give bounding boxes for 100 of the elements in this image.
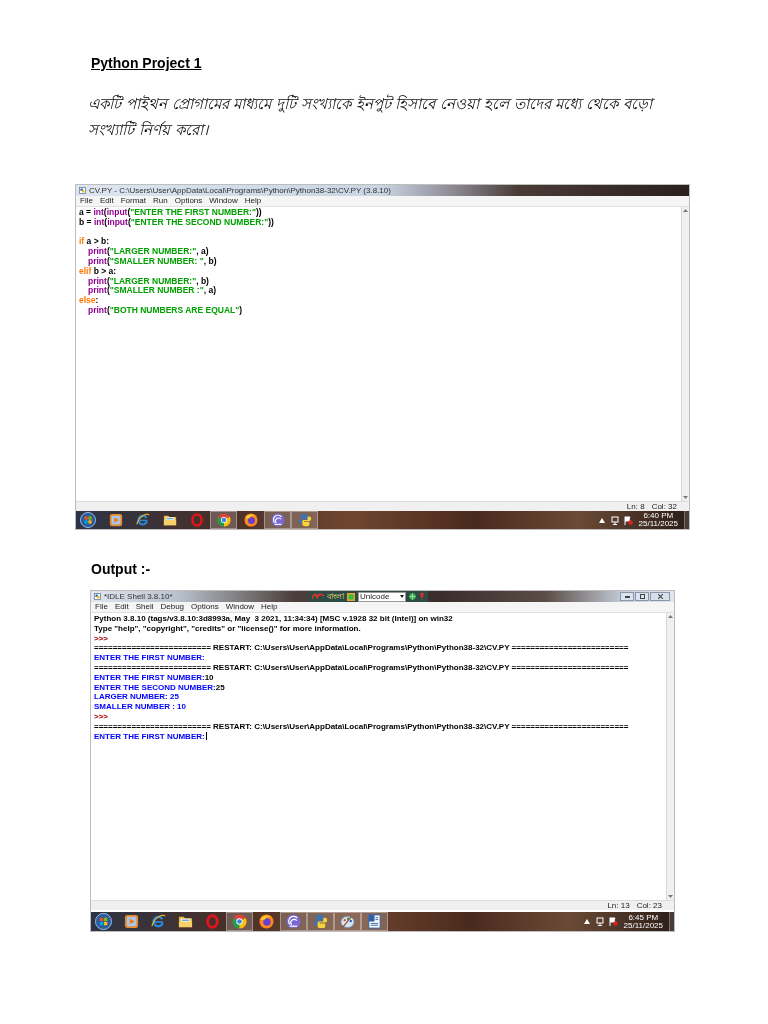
menu-item[interactable]: Shell <box>135 602 154 612</box>
output-label: Output :- <box>91 561 151 577</box>
code-line: if a > b: <box>79 237 109 247</box>
flag-alert-icon[interactable] <box>623 515 633 525</box>
taskbar-clock-time[interactable]: 6:40 PM <box>643 512 674 520</box>
pinwheel-circle-icon <box>216 513 231 527</box>
taskbar-clock-date[interactable]: 25/11/2025 <box>638 520 678 528</box>
globe-icon[interactable] <box>409 593 416 600</box>
snakes-logo-icon <box>297 513 312 527</box>
maximize-button[interactable] <box>635 592 649 601</box>
code-line: print("SMALLER NUMBER: ", b) <box>88 257 217 267</box>
start-button[interactable] <box>80 512 96 528</box>
shell-line: ========================= RESTART: C:\Users\User\AppData\Local\Programs\Python\Python38-32\CV.PY ========================= <box>94 721 629 732</box>
code-line: else: <box>79 296 99 306</box>
letter-e-globe-icon <box>151 914 166 929</box>
folder-icon <box>178 914 193 929</box>
menu-item[interactable]: Options <box>191 602 219 612</box>
taskbar-app-button[interactable] <box>210 511 237 529</box>
snakes-logo-icon <box>313 914 328 929</box>
close-icon <box>657 594 663 599</box>
shell-line: ========================= RESTART: C:\Users\User\AppData\Local\Programs\Python\Python38-32\CV.PY ========================= <box>94 663 629 673</box>
menu-item[interactable]: File <box>80 196 93 206</box>
taskbar-clock-time[interactable]: 6:45 PM <box>628 913 659 922</box>
scroll-down-icon[interactable] <box>668 895 673 898</box>
taskbar-clock-date[interactable]: 25/11/2025 <box>623 921 663 930</box>
code-line: elif b > a: <box>79 266 117 277</box>
status-line: Ln: 8 <box>626 502 645 511</box>
caret-up-icon[interactable] <box>598 517 605 523</box>
ime-mode-label[interactable]: বাংলা <box>327 591 344 602</box>
shell-line: ========================= RESTART: C:\Users\User\AppData\Local\Programs\Python\Python38-32\CV.PY ========================= <box>94 643 629 654</box>
fox-globe-icon <box>243 513 258 527</box>
monitor-icon[interactable] <box>595 917 605 926</box>
shell-line: >>> <box>94 633 108 644</box>
status-column: Col: 32 <box>651 502 677 511</box>
status-line: Ln: 13 <box>607 901 630 910</box>
play-tile-icon <box>108 513 123 527</box>
shell-line: ENTER THE SECOND NUMBER:25 <box>94 682 225 693</box>
file-icon <box>94 593 101 600</box>
ring-icon <box>189 513 204 527</box>
shell-line: ENTER THE FIRST NUMBER: <box>94 731 205 742</box>
ring-icon <box>205 914 220 929</box>
taskbar-app-button[interactable] <box>264 511 291 529</box>
shell-line: ENTER THE FIRST NUMBER:10 <box>94 672 214 683</box>
code-line: print("BOTH NUMBERS ARE EQUAL") <box>88 305 243 316</box>
page-heading: Python Project 1 <box>91 55 202 71</box>
maximize-icon <box>639 594 645 599</box>
swirl-disc-icon <box>286 914 301 929</box>
menu-item[interactable]: Edit <box>99 196 114 206</box>
close-button[interactable] <box>650 592 670 601</box>
code-line: print("SMALLER NUMBER :", a) <box>88 286 216 296</box>
pinwheel-circle-icon <box>232 914 247 929</box>
code-line: b = int(input("ENTER THE SECOND NUMBER:")) <box>79 217 274 228</box>
folder-icon <box>162 513 177 527</box>
document-icon <box>367 914 382 929</box>
menu-item[interactable]: File <box>95 602 108 612</box>
file-icon <box>79 187 86 194</box>
shell-line: Type "help", "copyright", "credits" or "license()" for more information. <box>94 623 361 634</box>
swirl-disc-icon <box>270 513 285 527</box>
caret-down-icon <box>400 595 404 598</box>
code-line: print("LARGER NUMBER:", a) <box>88 247 209 257</box>
minimize-button[interactable] <box>620 592 634 601</box>
menu-item[interactable]: Format <box>120 196 147 206</box>
window-title: CV.PY - C:\Users\User\AppData\Local\Programs\Python\Python38-32\CV.PY (3.8.10) <box>89 185 391 196</box>
scroll-up-icon[interactable] <box>668 615 673 618</box>
shell-line: ENTER THE FIRST NUMBER: <box>94 653 205 663</box>
scroll-down-icon[interactable] <box>683 496 688 499</box>
menu-item[interactable]: Window <box>209 196 238 206</box>
taskbar-app-button[interactable] <box>226 912 253 931</box>
shell-line: >>> <box>94 711 108 722</box>
minimize-icon <box>624 595 630 598</box>
letter-e-globe-icon <box>135 513 150 527</box>
square-indicator-icon[interactable] <box>347 592 355 601</box>
palette-icon <box>340 914 355 929</box>
menu-item[interactable]: Window <box>225 602 255 612</box>
menu-item[interactable]: Help <box>244 196 262 206</box>
menu-item[interactable]: Options <box>174 196 203 206</box>
question-text: একটি পাইথন প্রোগামের মাধ্যমে দুটি সংখ্যাকে ইনপুট হিসাবে নেওয়া হলে তাদের মধ্যে থেকে বড়ো সংখ্যাটি নির্ণয় করো। <box>88 91 688 143</box>
encoding-select[interactable]: Unicode <box>358 591 406 602</box>
code-line: a = int(input("ENTER THE FIRST NUMBER:")) <box>79 208 262 218</box>
monitor-icon[interactable] <box>610 515 620 525</box>
start-orb-icon <box>80 512 96 528</box>
shell-line: LARGER NUMBER: 25 <box>94 692 179 703</box>
flag-alert-icon[interactable] <box>608 917 618 926</box>
start-button[interactable] <box>95 913 112 930</box>
menu-item[interactable]: Edit <box>114 602 129 612</box>
scroll-up-icon[interactable] <box>683 209 688 212</box>
menu-item[interactable]: Help <box>261 602 278 612</box>
taskbar-app-button[interactable] <box>280 912 307 931</box>
window-title: *IDLE Shell 3.8.10* <box>104 591 173 602</box>
code-line: print("LARGER NUMBER:", b) <box>88 276 209 287</box>
taskbar-app-button[interactable] <box>361 912 388 931</box>
vertical-scrollbar[interactable] <box>666 613 674 900</box>
menu-item[interactable]: Run <box>153 196 168 206</box>
menu-item[interactable]: Debug <box>160 602 185 612</box>
vertical-scrollbar[interactable] <box>681 207 689 501</box>
status-column: Col: 23 <box>636 901 662 910</box>
shell-line: SMALLER NUMBER : 10 <box>94 702 186 712</box>
shell-line: Python 3.8.10 (tags/v3.8.10:3d8993a, May 3 2021, 11:34:34) [MSC v.1928 32 bit (Intel)] on win32 <box>94 614 453 624</box>
caret-up-icon[interactable] <box>583 919 590 924</box>
play-tile-icon <box>124 914 139 929</box>
